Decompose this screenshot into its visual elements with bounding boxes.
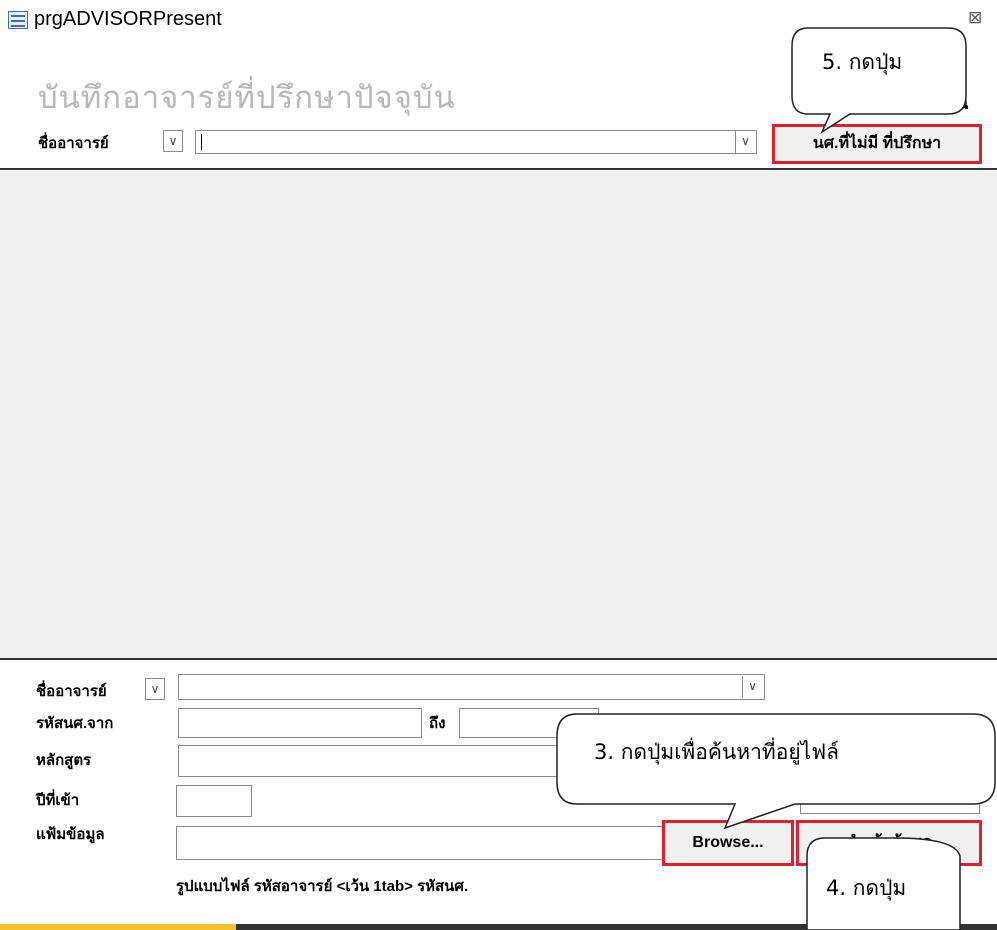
chevron-down-icon[interactable]: ∨: [145, 678, 165, 700]
advisor-label: ชื่ออาจารย์: [38, 135, 109, 152]
entry-year-input[interactable]: [176, 785, 252, 817]
footer-advisor-label: ชื่ออาจารย์: [36, 683, 107, 700]
page-title: บันทึกอาจารย์ที่ปรึกษาปัจจุบัน: [38, 80, 456, 115]
callout-3-text: 3. กดปุ่มเพื่อค้นหาที่อยู่ไฟล์: [594, 740, 839, 764]
chevron-down-icon[interactable]: ∨: [163, 130, 183, 152]
format-hint: รูปแบบไฟล์ รหัสอาจารย์ <เว้น 1tab> รหัสน…: [176, 878, 469, 895]
student-from-input[interactable]: [178, 708, 422, 738]
text-caret: [201, 134, 202, 150]
student-from-label: รหัสนศ.จาก: [36, 715, 114, 732]
close-icon[interactable]: ⊠: [968, 8, 982, 28]
chevron-down-icon[interactable]: ∨: [735, 131, 755, 153]
detail-area: [0, 171, 997, 658]
status-bar-progress: [0, 924, 236, 930]
callout-5-shape: [791, 27, 967, 134]
entry-year-label: ปีที่เข้า: [36, 792, 80, 809]
curriculum-input[interactable]: [178, 745, 598, 777]
to-label: ถึง: [429, 715, 446, 732]
form-icon: [8, 11, 28, 29]
footer-advisor-combo[interactable]: [178, 674, 765, 700]
curriculum-label: หลักสูตร: [36, 752, 92, 769]
callout-4-text: 4. กดปุ่ม: [826, 876, 907, 900]
file-label: แฟ้มข้อมูล: [36, 826, 105, 843]
chevron-down-icon[interactable]: ∨: [742, 676, 762, 698]
window-title: prgADVISORPresent: [34, 8, 222, 30]
advisor-combo[interactable]: [195, 130, 757, 154]
callout-3-shape: [556, 713, 996, 830]
callout-5-text: 5. กดปุ่ม: [822, 50, 903, 74]
